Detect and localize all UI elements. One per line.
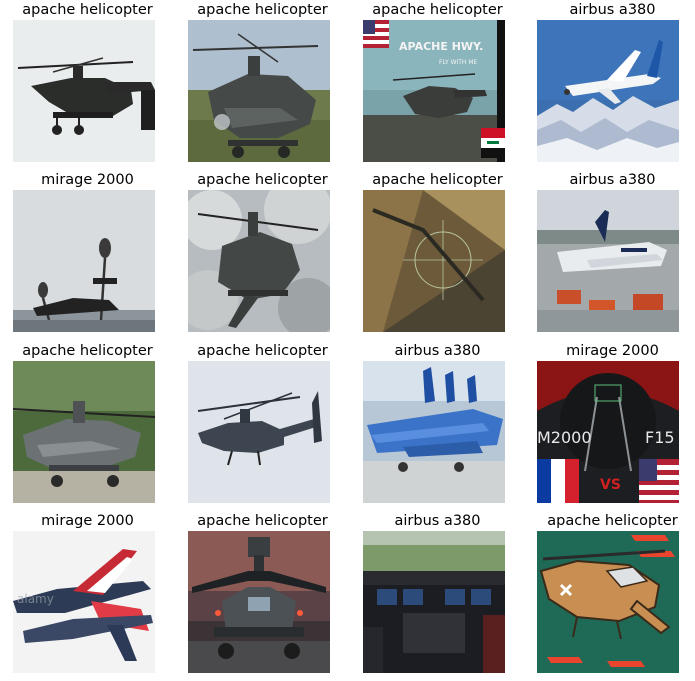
apache-poster-image: APACHE HWY. FLY WITH ME [363, 20, 505, 162]
apache-hud-thumbnail [363, 190, 505, 332]
image-label: airbus a380 [569, 172, 656, 188]
a380-airport-image [537, 190, 679, 332]
grid-cell: airbus a380 [350, 511, 525, 681]
a380-cockpit-image [363, 531, 505, 673]
grid-cell: apache helicopter [175, 341, 350, 511]
apache-poster-thumbnail: APACHE HWY. FLY WITH ME [363, 20, 505, 162]
grid-cell: mirage 2000 M2000 F15 VS [525, 341, 695, 511]
grid-cell: apache helicopter [525, 511, 695, 681]
grid-cell: apache helicopter [0, 0, 175, 170]
apache-ground-thumbnail [188, 20, 330, 162]
image-label: apache helicopter [372, 2, 503, 18]
apache-front-thumbnail [188, 531, 330, 673]
apache-sky-image [13, 20, 155, 162]
apache-flying-image [188, 361, 330, 503]
apache-hud-image [363, 190, 505, 332]
image-label: apache helicopter [197, 172, 328, 188]
versus-right-text: F15 [645, 428, 675, 447]
image-label: mirage 2000 [41, 172, 134, 188]
image-label: airbus a380 [394, 513, 481, 529]
image-label: apache helicopter [547, 513, 678, 529]
versus-left-text: M2000 [537, 428, 592, 447]
a380-blue-image [363, 361, 505, 503]
image-label: apache helicopter [197, 343, 328, 359]
apache-sky-thumbnail [13, 20, 155, 162]
mirage-versus-image: M2000 F15 VS [537, 361, 679, 503]
image-grid: apache helicopter apache helicopter apac… [0, 0, 695, 681]
image-label: apache helicopter [372, 172, 503, 188]
mirage-jets-thumbnail: alamy [13, 531, 155, 673]
versus-vs-text: VS [600, 477, 621, 493]
apache-smoke-thumbnail [188, 190, 330, 332]
image-label: apache helicopter [197, 2, 328, 18]
apache-ground-image [188, 20, 330, 162]
grid-cell: apache helicopter [350, 170, 525, 340]
apache-flying-thumbnail [188, 361, 330, 503]
iraq-flag-icon [481, 128, 505, 158]
france-flag-icon [537, 459, 579, 503]
apache-parked-image [13, 361, 155, 503]
mirage-mirrors-image [13, 190, 155, 332]
watermark-text: alamy [17, 592, 54, 606]
apache-cartoon-thumbnail [537, 531, 679, 673]
apache-front-image [188, 531, 330, 673]
a380-airport-thumbnail [537, 190, 679, 332]
apache-cartoon-image [537, 531, 679, 673]
a380-cockpit-thumbnail [363, 531, 505, 673]
poster-subtitle: FLY WITH ME [439, 59, 478, 66]
usa-flag-icon [363, 20, 389, 48]
a380-mountains-image [537, 20, 679, 162]
image-label: mirage 2000 [566, 343, 659, 359]
image-label: apache helicopter [22, 343, 153, 359]
mirage-jets-image: alamy [13, 531, 155, 673]
grid-cell: apache helicopter [175, 511, 350, 681]
image-label: apache helicopter [22, 2, 153, 18]
grid-cell: apache helicopter [0, 341, 175, 511]
grid-cell: apache helicopter [175, 0, 350, 170]
grid-cell: mirage 2000 alamy [0, 511, 175, 681]
apache-parked-thumbnail [13, 361, 155, 503]
image-label: airbus a380 [569, 2, 656, 18]
a380-mountains-thumbnail [537, 20, 679, 162]
grid-cell: apache helicopter [175, 170, 350, 340]
image-label: airbus a380 [394, 343, 481, 359]
usa-flag-icon [639, 459, 679, 503]
grid-cell: mirage 2000 [0, 170, 175, 340]
a380-blue-thumbnail [363, 361, 505, 503]
apache-smoke-image [188, 190, 330, 332]
mirage-versus-thumbnail: M2000 F15 VS [537, 361, 679, 503]
grid-cell: airbus a380 [525, 0, 695, 170]
poster-title: APACHE HWY. [399, 40, 483, 53]
mirage-mirrors-thumbnail [13, 190, 155, 332]
grid-cell: airbus a380 [525, 170, 695, 340]
image-label: apache helicopter [197, 513, 328, 529]
grid-cell: airbus a380 [350, 341, 525, 511]
image-label: mirage 2000 [41, 513, 134, 529]
grid-cell: apache helicopter APACHE HWY. FLY WITH M… [350, 0, 525, 170]
